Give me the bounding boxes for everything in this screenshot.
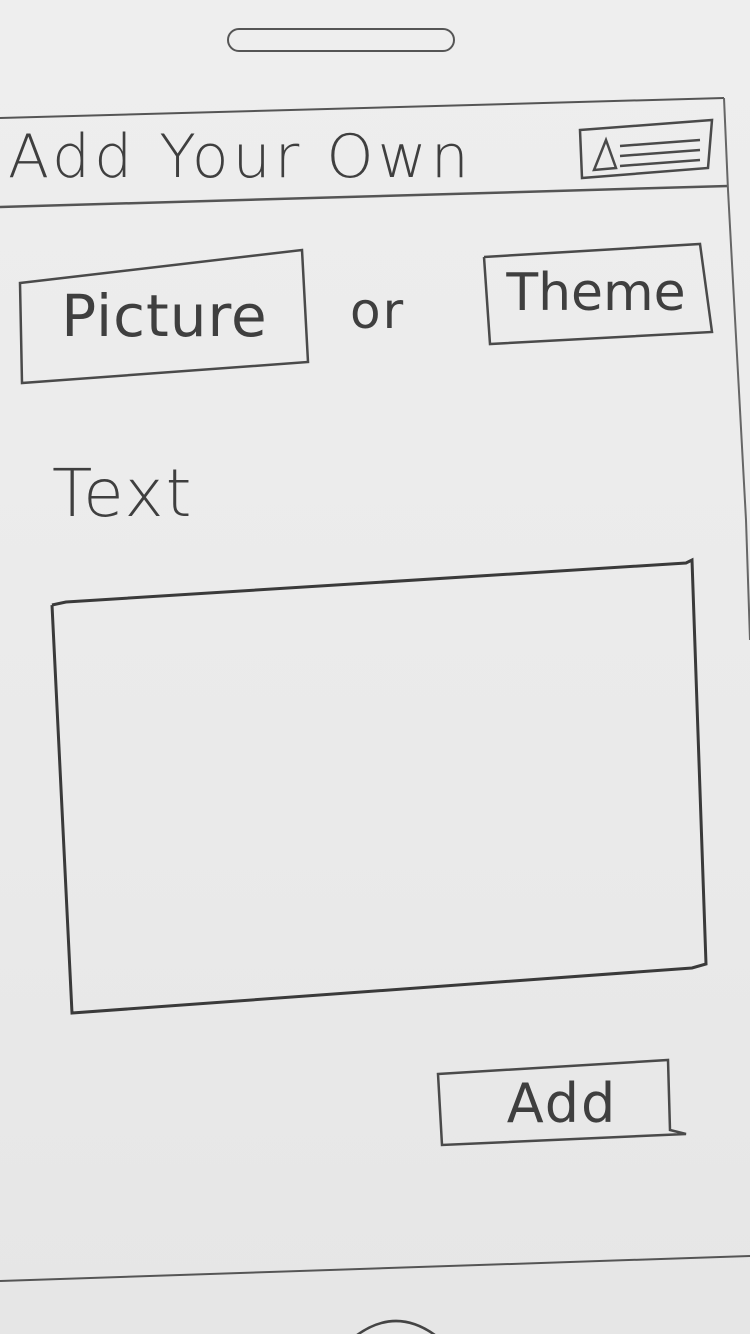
bottom-divider-line: [0, 1255, 750, 1282]
speaker-slot-icon: [227, 28, 455, 52]
home-button-icon[interactable]: [336, 1306, 456, 1334]
add-button-label: Add: [506, 1071, 618, 1135]
text-input-area[interactable]: [62, 590, 692, 990]
or-separator: or: [350, 282, 406, 340]
picture-button-label: Picture: [61, 282, 268, 350]
picture-button[interactable]: Picture: [22, 250, 307, 382]
add-button[interactable]: Add: [438, 1062, 686, 1144]
phone-right-edge: [723, 97, 750, 641]
phone-screen: Add Your Own Picture or Theme Text Add: [0, 0, 750, 1334]
text-field-label: Text: [52, 455, 194, 532]
theme-button-label: Theme: [506, 263, 686, 323]
header-top-line: [0, 97, 725, 119]
page-title: Add Your Own: [8, 122, 473, 192]
theme-button[interactable]: Theme: [482, 244, 710, 342]
image-menu-icon[interactable]: [576, 116, 716, 182]
